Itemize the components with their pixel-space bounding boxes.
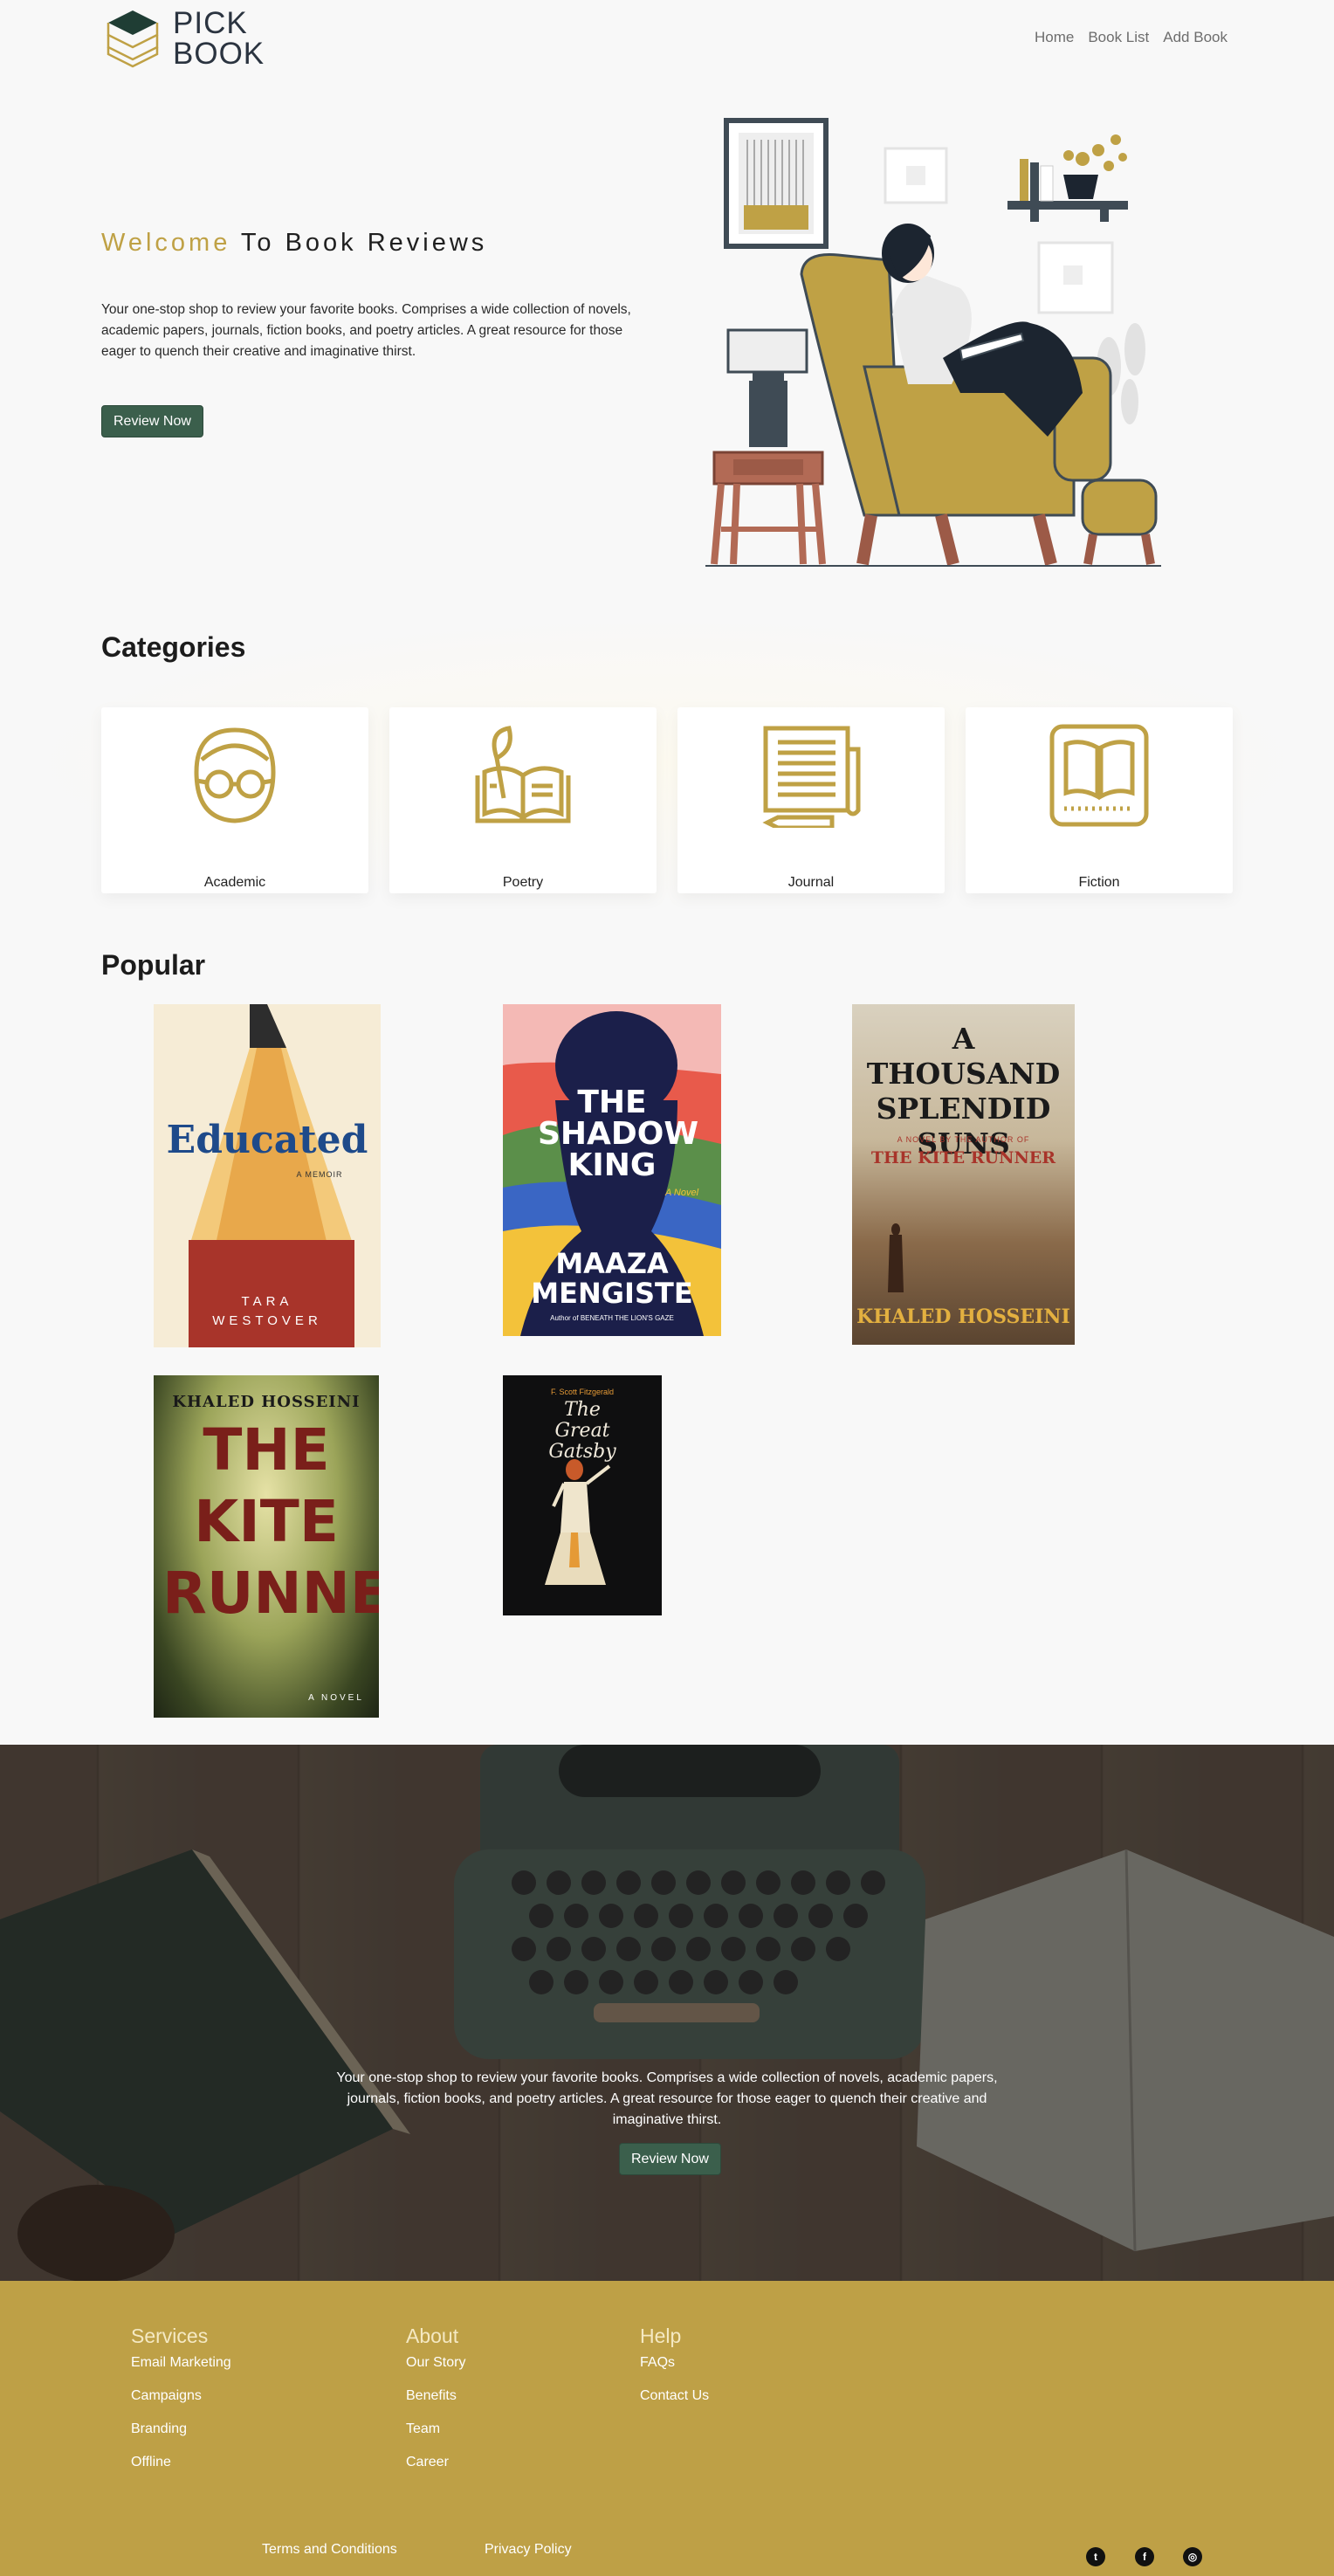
- footer-link[interactable]: Benefits: [406, 2388, 465, 2404]
- book-subtitle: A NOVEL: [308, 1693, 364, 1703]
- category-card-journal[interactable]: Journal: [677, 707, 945, 893]
- footer-link[interactable]: Team: [406, 2421, 465, 2437]
- main-nav: Home Book List Add Book: [1035, 29, 1227, 46]
- journal-pencil-icon: [762, 726, 861, 828]
- footer-link[interactable]: FAQs: [640, 2355, 709, 2371]
- footer-link[interactable]: Email Marketing: [131, 2355, 231, 2371]
- footer-help: Help FAQs Contact Us: [640, 2325, 709, 2421]
- book-subtitle: A NOVEL BY THE AUTHOR OF: [897, 1135, 1030, 1144]
- instagram-icon[interactable]: ◎: [1183, 2547, 1202, 2566]
- category-label: Academic: [203, 875, 266, 890]
- review-now-button[interactable]: Review Now: [101, 405, 203, 437]
- book-title: THE SHADOW KING: [538, 1085, 699, 1183]
- site-header: PICK BOOK Home Book List Add Book: [0, 0, 1334, 79]
- categories-title: Categories: [101, 631, 246, 663]
- terms-link[interactable]: Terms and Conditions: [262, 2542, 397, 2558]
- footer-link[interactable]: Campaigns: [131, 2388, 231, 2404]
- logo[interactable]: PICK BOOK: [100, 5, 265, 72]
- book-title: THE KITE RUNNER: [162, 1416, 379, 1627]
- glasses-face-icon: [194, 727, 276, 823]
- books-logo-icon: [107, 10, 159, 68]
- book-cover-shadow-king[interactable]: THE SHADOW KING A Novel MAAZA MENGISTE A…: [503, 1004, 721, 1336]
- woman-silhouette: [888, 1223, 904, 1292]
- open-book-quill-icon: [475, 726, 571, 823]
- footer-about-title: About: [406, 2325, 459, 2347]
- banner-overlay: [0, 1745, 1334, 2281]
- category-card-fiction[interactable]: Fiction: [966, 707, 1233, 893]
- category-card-poetry[interactable]: Poetry: [389, 707, 657, 893]
- twitter-icon[interactable]: t: [1086, 2547, 1105, 2566]
- footer-link[interactable]: Contact Us: [640, 2388, 709, 2404]
- nav-home[interactable]: Home: [1035, 29, 1074, 46]
- footer-link[interactable]: Branding: [131, 2421, 231, 2437]
- logo-line-1: PICK: [173, 6, 248, 40]
- category-label: Journal: [787, 875, 835, 890]
- footer-about: About Our Story Benefits Team Career: [406, 2325, 465, 2488]
- footer-services-title: Services: [131, 2325, 209, 2347]
- popular-title: Popular: [101, 949, 206, 981]
- banner-review-now-button[interactable]: Review Now: [619, 2143, 721, 2175]
- book-cover-great-gatsby[interactable]: F. Scott Fitzgerald The Great Gatsby: [503, 1375, 662, 1615]
- hero-description: Your one-stop shop to review your favori…: [101, 302, 631, 359]
- footer-link[interactable]: Our Story: [406, 2355, 465, 2371]
- logo-line-2: BOOK: [173, 37, 265, 71]
- category-card-academic[interactable]: Academic: [101, 707, 368, 893]
- footer-help-title: Help: [640, 2325, 682, 2347]
- hero-title: Welcome To Book Reviews: [101, 229, 487, 258]
- book-subtitle: A MEMOIR: [296, 1170, 343, 1179]
- book-cover-kite-runner[interactable]: KHALED HOSSEINI THE KITE RUNNER A NOVEL: [154, 1375, 379, 1718]
- book-author: TARA WESTOVER: [212, 1294, 322, 1328]
- book-note: Author of BENEATH THE LION'S GAZE: [550, 1314, 674, 1322]
- nav-book-list[interactable]: Book List: [1088, 29, 1149, 46]
- book-cover-thousand-splendid-suns[interactable]: A THOUSAND SPLENDID SUNS A NOVEL BY THE …: [852, 1004, 1075, 1345]
- typewriter-banner: [0, 1745, 1334, 2281]
- book-author: MAAZA MENGISTE: [531, 1247, 693, 1310]
- book-title: Educated: [166, 1118, 368, 1162]
- category-label: Fiction: [1078, 875, 1120, 890]
- flapper-illustration: [545, 1459, 611, 1585]
- banner-description: Your one-stop shop to review your favori…: [336, 2070, 998, 2127]
- hero-title-rest: To Book Reviews: [230, 229, 488, 257]
- book-icon: [1049, 724, 1149, 827]
- footer-link[interactable]: Career: [406, 2455, 465, 2470]
- footer-link[interactable]: Offline: [131, 2455, 231, 2470]
- privacy-link[interactable]: Privacy Policy: [485, 2542, 572, 2558]
- footer-services: Services Email Marketing Campaigns Brand…: [131, 2325, 231, 2488]
- reading-woman-illustration: [705, 118, 1161, 567]
- book-subtitle: A Novel: [664, 1188, 699, 1198]
- nav-add-book[interactable]: Add Book: [1163, 29, 1227, 46]
- book-author: KHALED HOSSEINI: [172, 1393, 361, 1411]
- book-note: THE KITE RUNNER: [870, 1148, 1056, 1167]
- category-label: Poetry: [502, 875, 544, 890]
- book-author: KHALED HOSSEINI: [856, 1305, 1070, 1328]
- book-cover-educated[interactable]: Educated A MEMOIR TARA WESTOVER: [154, 1004, 381, 1347]
- facebook-icon[interactable]: f: [1135, 2547, 1154, 2566]
- hero-title-accent: Welcome: [101, 229, 231, 257]
